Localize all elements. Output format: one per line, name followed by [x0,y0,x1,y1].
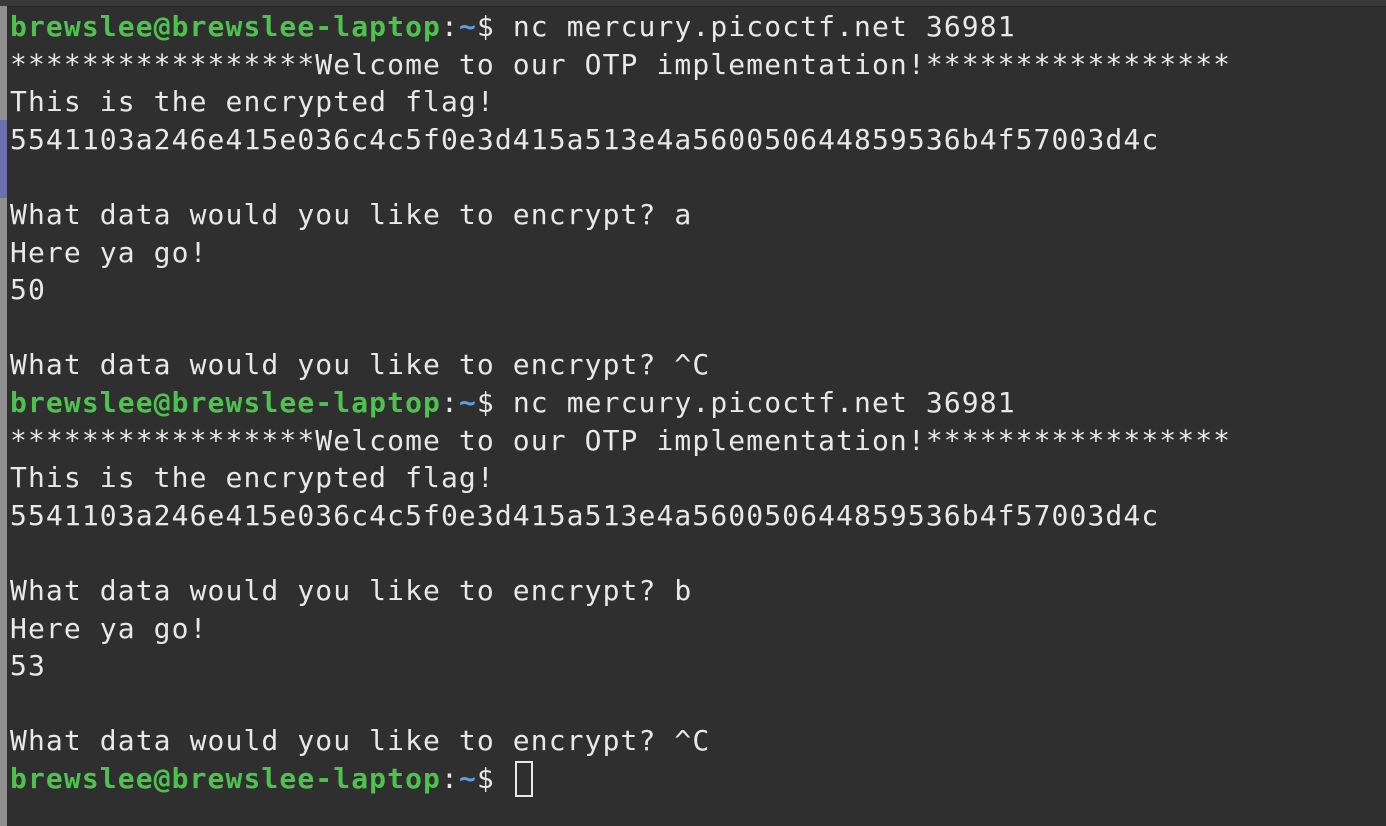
prompt-dollar: $ [476,761,513,795]
prompt-user: brewslee@brewslee-laptop [10,10,441,43]
output-line: 5541103a246e415e036c4c5f0e3d415a513e4a56… [10,498,1160,532]
prompt-colon: : [440,10,459,43]
prompt-path: ~ [458,761,477,795]
prompt-user: brewslee@brewslee-laptop [10,761,441,795]
output-line: What data would you like to encrypt? ^C [10,348,711,382]
output-line: This is the encrypted flag! [10,461,495,495]
output-line: *****************Welcome to our OTP impl… [10,47,1232,81]
prompt-dollar: $ [476,10,513,43]
prompt-line: brewslee@brewslee-laptop:~$ nc mercury.p… [10,384,1386,422]
window-top-border [0,0,1386,7]
output-line: *****************Welcome to our OTP impl… [10,423,1232,457]
prompt-path: ~ [458,10,477,43]
prompt-line: brewslee@brewslee-laptop:~$ nc mercury.p… [10,8,1386,46]
output-line: 50 [10,273,46,307]
output-line: What data would you like to encrypt? ^C [10,724,711,758]
output-line: What data would you like to encrypt? a [10,197,693,231]
output-line: Here ya go! [10,235,208,269]
output-line: 53 [10,649,46,683]
output-line: 5541103a246e415e036c4c5f0e3d415a513e4a56… [10,122,1160,156]
output-line: This is the encrypted flag! [10,85,495,119]
terminal-output[interactable]: brewslee@brewslee-laptop:~$ nc mercury.p… [10,8,1386,797]
prompt-colon: : [440,761,459,795]
prompt-line: brewslee@brewslee-laptop:~$ [10,760,1386,798]
terminal-window[interactable]: brewslee@brewslee-laptop:~$ nc mercury.p… [0,0,1386,826]
output-line: Here ya go! [10,611,208,645]
prompt-path: ~ [458,385,477,419]
output-line: What data would you like to encrypt? b [10,573,693,607]
prompt-colon: : [440,385,459,419]
prompt-dollar: $ [476,385,513,419]
text-cursor[interactable] [514,760,533,797]
left-edge-accent [0,120,7,198]
command-text: nc mercury.picoctf.net 36981 [512,385,1016,419]
command-text: nc mercury.picoctf.net 36981 [512,10,1016,43]
prompt-user: brewslee@brewslee-laptop [10,385,441,419]
